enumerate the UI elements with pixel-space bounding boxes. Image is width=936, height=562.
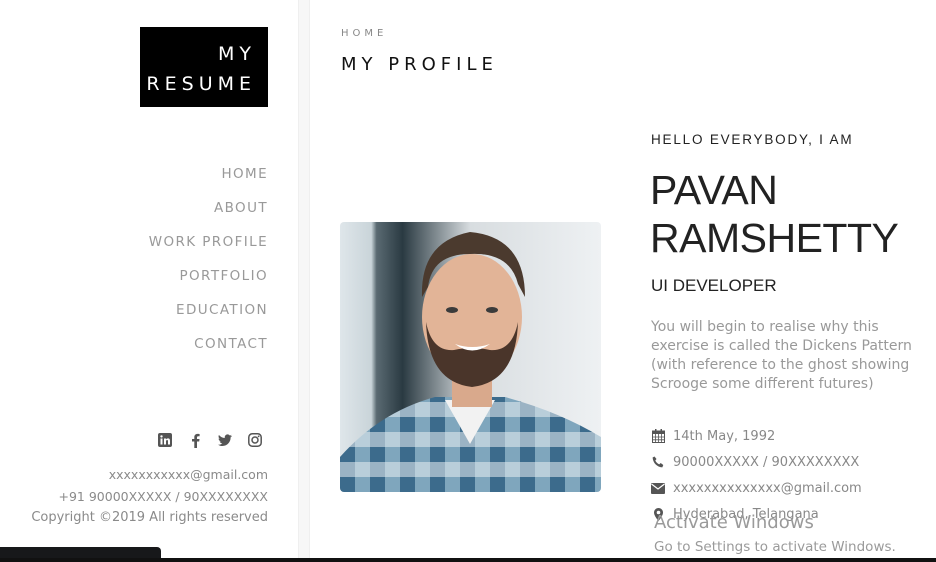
sidebar-phone: +91 90000XXXXX / 90XXXXXXXX bbox=[58, 489, 268, 504]
detail-location: Hyderabad, Telangana bbox=[651, 501, 862, 527]
breadcrumb-home[interactable]: HOME bbox=[341, 28, 387, 39]
nav-item-portfolio[interactable]: PORTFOLIO bbox=[68, 266, 268, 300]
nav-item-about[interactable]: ABOUT bbox=[68, 198, 268, 232]
nav-item-education[interactable]: EDUCATION bbox=[68, 300, 268, 334]
site-logo[interactable]: MY RESUME bbox=[140, 27, 268, 107]
sidebar-contact: xxxxxxxxxxx@gmail.com +91 90000XXXXX / 9… bbox=[58, 464, 268, 508]
sidebar-nav: HOME ABOUT WORK PROFILE PORTFOLIO EDUCAT… bbox=[68, 164, 268, 368]
calendar-icon bbox=[651, 429, 665, 443]
birthdate-text: 14th May, 1992 bbox=[673, 428, 776, 444]
taskbar bbox=[0, 558, 936, 562]
logo-line-2: RESUME bbox=[146, 73, 256, 95]
map-marker-icon bbox=[651, 507, 665, 521]
phone-text: 90000XXXXX / 90XXXXXXXX bbox=[673, 454, 860, 470]
nav-item-contact[interactable]: CONTACT bbox=[68, 334, 268, 368]
sidebar: MY RESUME HOME ABOUT WORK PROFILE PORTFO… bbox=[0, 0, 298, 562]
email-text: xxxxxxxxxxxxxx@gmail.com bbox=[673, 480, 862, 496]
nav-item-work-profile[interactable]: WORK PROFILE bbox=[68, 232, 268, 266]
last-name: RAMSHETTY bbox=[650, 215, 899, 261]
social-links bbox=[158, 432, 262, 448]
twitter-icon[interactable] bbox=[218, 432, 232, 448]
detail-email: xxxxxxxxxxxxxx@gmail.com bbox=[651, 475, 862, 501]
greeting-text: HELLO EVERYBODY, I AM bbox=[651, 132, 854, 147]
facebook-icon[interactable] bbox=[188, 432, 202, 448]
page-title: MY PROFILE bbox=[341, 54, 498, 75]
linkedin-icon[interactable] bbox=[158, 432, 172, 448]
logo-line-1: MY bbox=[218, 43, 256, 65]
nav-item-home[interactable]: HOME bbox=[68, 164, 268, 198]
copyright-text: Copyright ©2019 All rights reserved bbox=[31, 510, 268, 525]
envelope-icon bbox=[651, 481, 665, 495]
sidebar-email: xxxxxxxxxxx@gmail.com bbox=[108, 467, 268, 482]
detail-phone: 90000XXXXX / 90XXXXXXXX bbox=[651, 449, 862, 475]
watermark-subtitle: Go to Settings to activate Windows. bbox=[654, 539, 896, 555]
bio-text: You will begin to realise why this exerc… bbox=[651, 319, 912, 392]
detail-birthdate: 14th May, 1992 bbox=[651, 423, 862, 449]
sidebar-divider bbox=[298, 0, 310, 562]
location-text: Hyderabad, Telangana bbox=[673, 506, 819, 522]
profile-photo bbox=[340, 222, 601, 492]
instagram-icon[interactable] bbox=[248, 432, 262, 448]
phone-icon bbox=[651, 455, 665, 469]
personal-details: 14th May, 1992 90000XXXXX / 90XXXXXXXX x… bbox=[651, 423, 862, 527]
resume-page: MY RESUME HOME ABOUT WORK PROFILE PORTFO… bbox=[0, 0, 936, 562]
first-name: PAVAN bbox=[650, 167, 778, 213]
profile-name: PAVAN RAMSHETTY bbox=[650, 166, 899, 262]
job-title: UI DEVELOPER bbox=[651, 276, 777, 295]
